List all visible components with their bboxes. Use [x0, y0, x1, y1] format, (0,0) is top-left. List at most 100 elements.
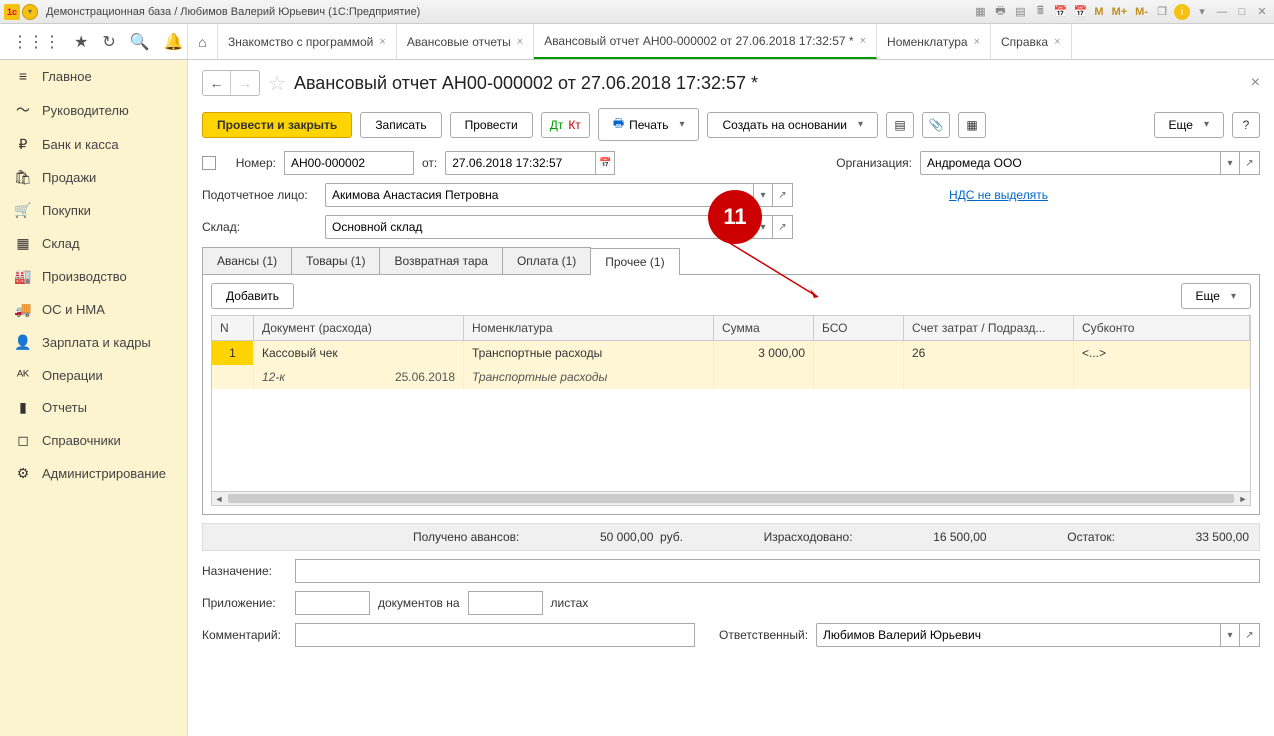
sheets-count-input[interactable]: [468, 591, 543, 615]
create-on-basis-button[interactable]: Создать на основании: [707, 112, 878, 138]
open-icon[interactable]: ↗: [773, 183, 793, 207]
ptab-advances[interactable]: Авансы (1): [202, 247, 292, 274]
info-icon[interactable]: i: [1174, 4, 1190, 20]
print-icon[interactable]: 🖶: [992, 4, 1008, 20]
dropdown-icon[interactable]: ▾: [1220, 151, 1240, 175]
sidebar-item-assets[interactable]: 🚚ОС и НМА: [0, 293, 187, 326]
col-sub[interactable]: Субконто: [1074, 316, 1250, 340]
home-icon[interactable]: ⌂: [188, 24, 218, 59]
save-button[interactable]: Записать: [360, 112, 441, 138]
ptab-goods[interactable]: Товары (1): [291, 247, 380, 274]
tab-close-icon[interactable]: ×: [974, 36, 980, 48]
bell-icon[interactable]: 🔔: [164, 32, 184, 52]
nds-link[interactable]: НДС не выделять: [949, 188, 1048, 202]
list-icon-button[interactable]: ▦: [958, 112, 986, 138]
calendar-icon[interactable]: 📅: [595, 151, 615, 175]
store-input[interactable]: [325, 215, 753, 239]
sidebar-item-reports[interactable]: ▮Отчеты: [0, 391, 187, 424]
more-grid-button[interactable]: Еще: [1181, 283, 1251, 309]
search-icon[interactable]: 🔍: [130, 32, 150, 52]
apps-icon[interactable]: ⋮⋮⋮: [12, 32, 60, 52]
tab-nomenclature[interactable]: Номенклатура×: [877, 24, 991, 59]
purpose-input[interactable]: [295, 559, 1260, 583]
tab-close-icon[interactable]: ×: [517, 36, 523, 48]
org-input[interactable]: [920, 151, 1220, 175]
tab-help[interactable]: Справка×: [991, 24, 1072, 59]
col-nom[interactable]: Номенклатура: [464, 316, 714, 340]
sidebar-item-stock[interactable]: ▦Склад: [0, 227, 187, 260]
add-button[interactable]: Добавить: [211, 283, 294, 309]
window-icon[interactable]: ❐: [1154, 4, 1170, 20]
col-acc[interactable]: Счет затрат / Подразд...: [904, 316, 1074, 340]
table-row[interactable]: 1 Кассовый чек Транспортные расходы 3 00…: [212, 341, 1250, 365]
scroll-right-icon[interactable]: ►: [1236, 492, 1250, 506]
col-bso[interactable]: БСО: [814, 316, 904, 340]
more-button[interactable]: Еще: [1154, 112, 1224, 138]
star-icon[interactable]: ★: [74, 32, 88, 52]
sidebar-item-production[interactable]: 🏭Производство: [0, 260, 187, 293]
grid-body[interactable]: 1 Кассовый чек Транспортные расходы 3 00…: [212, 341, 1250, 491]
col-doc[interactable]: Документ (расхода): [254, 316, 464, 340]
sidebar-item-purchases[interactable]: 🛒Покупки: [0, 194, 187, 227]
sidebar-item-sales[interactable]: 🛍Продажи: [0, 161, 187, 194]
scroll-left-icon[interactable]: ◄: [212, 492, 226, 506]
sidebar-item-manager[interactable]: 〜Руководителю: [0, 92, 187, 128]
ptab-returns[interactable]: Возвратная тара: [379, 247, 503, 274]
tab-close-icon[interactable]: ×: [1054, 36, 1060, 48]
sidebar-item-ops[interactable]: ᴬᴷОперации: [0, 359, 187, 391]
table-row-detail[interactable]: 12-к25.06.2018 Транспортные расходы: [212, 365, 1250, 389]
open-icon[interactable]: ↗: [1240, 623, 1260, 647]
sidebar-item-admin[interactable]: ⚙Администрирование: [0, 457, 187, 490]
dt-kt-button[interactable]: ДтКт: [541, 112, 590, 138]
mminus-icon[interactable]: M-: [1133, 4, 1150, 20]
report-icon-button[interactable]: ▤: [886, 112, 914, 138]
grid-hscroll[interactable]: ◄ ►: [212, 491, 1250, 505]
tab-reports[interactable]: Авансовые отчеты×: [397, 24, 534, 59]
date-input[interactable]: [445, 151, 595, 175]
info-dd[interactable]: ▾: [1194, 4, 1210, 20]
close-doc-icon[interactable]: ×: [1251, 74, 1260, 92]
help-button[interactable]: ?: [1232, 112, 1260, 138]
col-sum[interactable]: Сумма: [714, 316, 814, 340]
dropdown-icon[interactable]: ▾: [1220, 623, 1240, 647]
open-icon[interactable]: ↗: [773, 215, 793, 239]
m-icon[interactable]: M: [1092, 4, 1105, 20]
ptab-other[interactable]: Прочее (1): [590, 248, 679, 275]
sidebar-item-hr[interactable]: 👤Зарплата и кадры: [0, 326, 187, 359]
favorite-star-icon[interactable]: ☆: [268, 71, 286, 96]
nav-back[interactable]: ←: [203, 71, 231, 95]
post-and-close-button[interactable]: Провести и закрыть: [202, 112, 352, 138]
app-menu-dropdown[interactable]: ▾: [22, 4, 38, 20]
person-input[interactable]: [325, 183, 753, 207]
mplus-icon[interactable]: M+: [1110, 4, 1130, 20]
sidebar-item-bank[interactable]: ₽Банк и касса: [0, 128, 187, 161]
nav-forward[interactable]: →: [231, 71, 259, 95]
calc-icon[interactable]: 🖩: [1032, 4, 1048, 20]
maximize-icon[interactable]: □: [1234, 4, 1250, 20]
ptab-payment[interactable]: Оплата (1): [502, 247, 591, 274]
open-icon[interactable]: ↗: [1240, 151, 1260, 175]
col-n[interactable]: N: [212, 316, 254, 340]
docs-count-input[interactable]: [295, 591, 370, 615]
tab-close-icon[interactable]: ×: [860, 35, 866, 47]
tab-current-doc[interactable]: Авансовый отчет АН00-000002 от 27.06.201…: [534, 24, 877, 59]
close-icon[interactable]: ✕: [1254, 4, 1270, 20]
print-button[interactable]: 🖶Печать: [598, 108, 700, 141]
cal-icon[interactable]: 📅: [1052, 4, 1068, 20]
sys-icon[interactable]: ▦: [972, 4, 988, 20]
comment-input[interactable]: [295, 623, 695, 647]
minimize-icon[interactable]: —: [1214, 4, 1230, 20]
responsible-input[interactable]: [816, 623, 1220, 647]
cal2-icon[interactable]: 📅: [1072, 4, 1088, 20]
history-icon[interactable]: ↻: [102, 32, 115, 52]
attach-icon-button[interactable]: 📎: [922, 112, 950, 138]
person-icon: 👤: [14, 334, 32, 351]
doc-icon[interactable]: ▤: [1012, 4, 1028, 20]
sidebar-item-catalogs[interactable]: ◻Справочники: [0, 424, 187, 457]
sidebar-item-main[interactable]: ≡Главное: [0, 60, 187, 92]
scroll-thumb[interactable]: [228, 494, 1234, 503]
tab-close-icon[interactable]: ×: [379, 36, 385, 48]
post-button[interactable]: Провести: [450, 112, 533, 138]
tab-intro[interactable]: Знакомство с программой×: [218, 24, 397, 59]
number-input[interactable]: [284, 151, 414, 175]
